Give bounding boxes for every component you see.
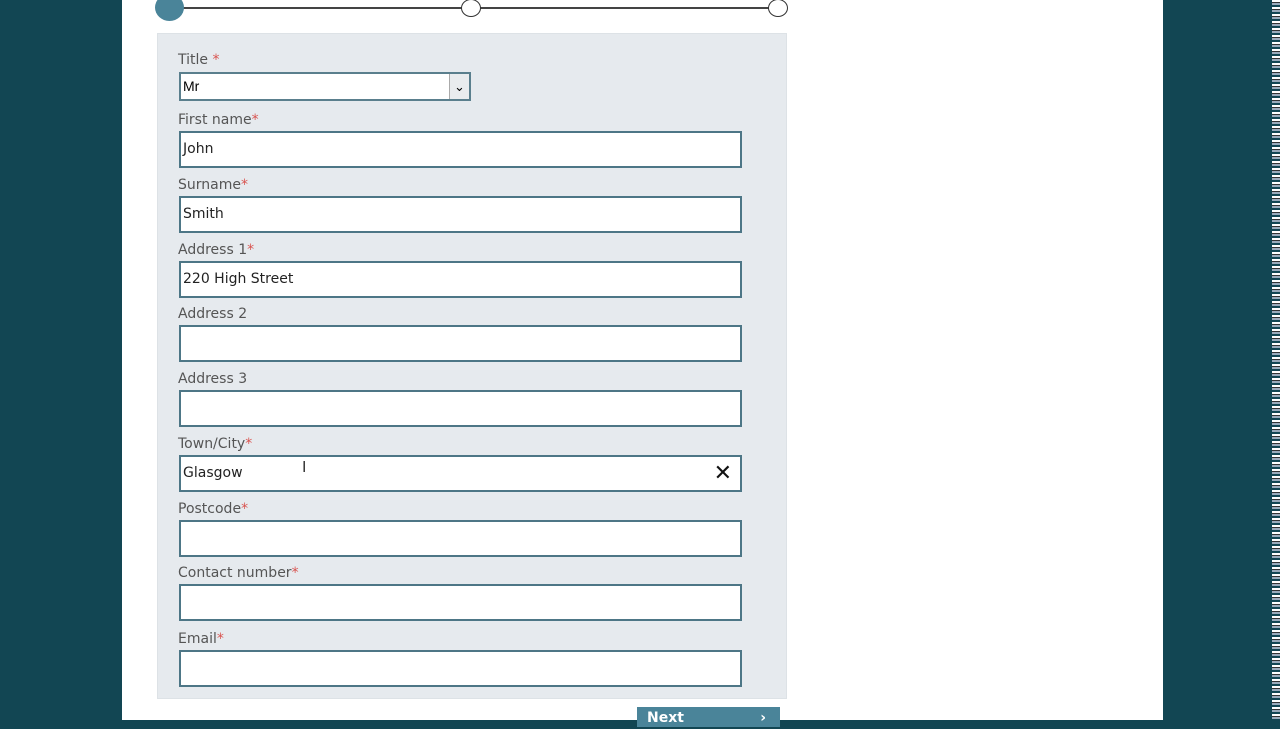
email-label: Email* bbox=[178, 631, 224, 647]
chevron-down-icon[interactable]: ⌄ bbox=[449, 74, 469, 99]
title-select[interactable]: Mr ⌄ bbox=[179, 72, 471, 101]
scrollbar-artifact bbox=[1272, 0, 1280, 720]
address-1-input[interactable]: 220 High Street bbox=[179, 261, 742, 298]
address-2-label: Address 2 bbox=[178, 306, 248, 322]
next-button[interactable]: Next › bbox=[637, 707, 780, 727]
address-1-label: Address 1* bbox=[178, 242, 255, 258]
title-label: Title * bbox=[178, 52, 220, 68]
progress-stepper bbox=[155, 0, 790, 21]
surname-label: Surname* bbox=[178, 177, 248, 193]
contact-number-input[interactable] bbox=[179, 584, 742, 621]
postcode-input[interactable] bbox=[179, 520, 742, 557]
postcode-label: Postcode* bbox=[178, 501, 249, 517]
chevron-right-icon: › bbox=[760, 710, 766, 726]
title-value: Mr bbox=[183, 78, 200, 94]
surname-input[interactable]: Smith bbox=[179, 196, 742, 233]
address-3-input[interactable] bbox=[179, 390, 742, 427]
step-2 bbox=[461, 0, 481, 17]
address-3-label: Address 3 bbox=[178, 371, 248, 387]
first-name-input[interactable]: John bbox=[179, 131, 742, 168]
email-input[interactable] bbox=[179, 650, 742, 687]
town-city-input[interactable]: Glasgow ✕ bbox=[179, 455, 742, 492]
step-1-active bbox=[155, 0, 184, 21]
first-name-label: First name* bbox=[178, 112, 259, 128]
town-city-label: Town/City* bbox=[178, 436, 253, 452]
clear-icon[interactable]: ✕ bbox=[714, 457, 732, 490]
step-3 bbox=[768, 0, 788, 17]
text-cursor-icon: I bbox=[302, 458, 307, 476]
contact-number-label: Contact number* bbox=[178, 565, 299, 581]
address-2-input[interactable] bbox=[179, 325, 742, 362]
